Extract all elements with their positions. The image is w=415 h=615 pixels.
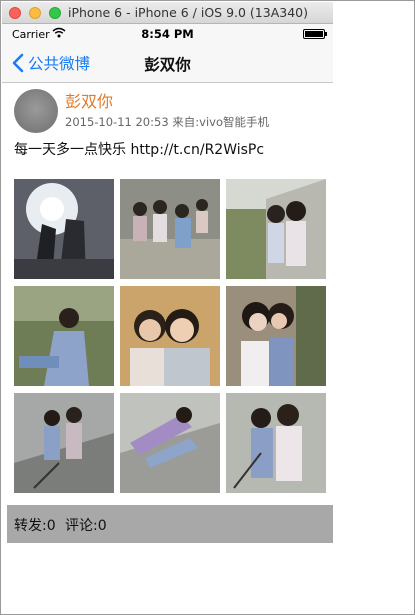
photo-thumbnail[interactable] <box>120 393 220 493</box>
photo-image <box>14 286 114 386</box>
simulator-window: iPhone 6 - iPhone 6 / iOS 9.0 (13A340) C… <box>0 0 415 615</box>
photo-image <box>120 393 220 493</box>
photo-image <box>226 179 326 279</box>
comment-count[interactable]: 评论:0 <box>65 515 107 535</box>
photo-image <box>120 286 220 386</box>
status-time: 8:54 PM <box>141 27 194 41</box>
photo-image <box>14 393 114 493</box>
photo-thumbnail[interactable] <box>120 286 220 386</box>
battery-icon <box>303 29 327 39</box>
minimize-window-button[interactable] <box>29 7 41 19</box>
close-window-button[interactable] <box>9 7 21 19</box>
window-titlebar: iPhone 6 - iPhone 6 / iOS 9.0 (13A340) <box>2 2 333 24</box>
status-bar: Carrier 8:54 PM <box>2 24 333 44</box>
post-text[interactable]: 每一天多一点快乐 http://t.cn/R2WisPc <box>14 139 264 159</box>
zoom-window-button[interactable] <box>49 7 61 19</box>
photo-thumbnail[interactable] <box>14 286 114 386</box>
photo-thumbnail[interactable] <box>120 179 220 279</box>
photo-image <box>120 179 220 279</box>
photo-thumbnail[interactable] <box>14 393 114 493</box>
post-username[interactable]: 彭双你 <box>65 88 113 112</box>
photo-thumbnail[interactable] <box>226 393 326 493</box>
photo-image <box>14 179 114 279</box>
post-action-bar: 转发:0 评论:0 <box>7 505 333 543</box>
repost-count[interactable]: 转发:0 <box>14 515 56 535</box>
photo-grid <box>14 179 327 493</box>
photo-image <box>226 393 326 493</box>
nav-title: 彭双你 <box>144 56 191 74</box>
avatar[interactable] <box>14 89 58 133</box>
battery-level <box>305 31 323 37</box>
post-meta: 2015-10-11 20:53 来自:vivo智能手机 <box>65 115 270 129</box>
photo-thumbnail[interactable] <box>226 286 326 386</box>
photo-thumbnail[interactable] <box>226 179 326 279</box>
photo-thumbnail[interactable] <box>14 179 114 279</box>
photo-image <box>226 286 326 386</box>
navigation-bar: 公共微博 彭双你 <box>2 44 333 83</box>
window-title: iPhone 6 - iPhone 6 / iOS 9.0 (13A340) <box>68 5 308 20</box>
